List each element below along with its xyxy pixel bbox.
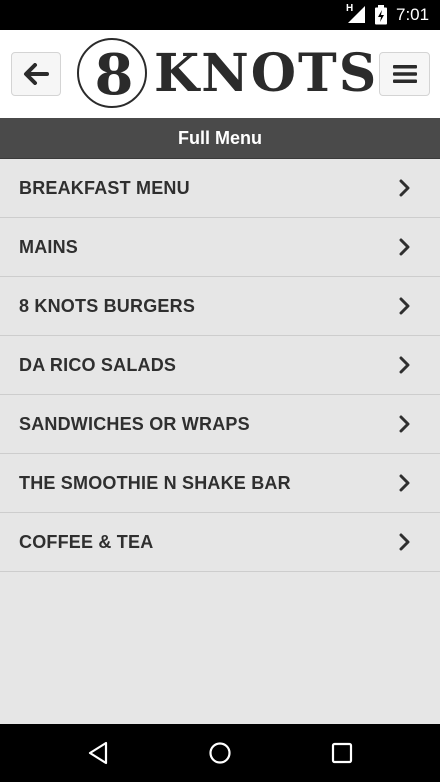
back-triangle-icon[interactable] xyxy=(86,741,110,765)
menu-item-label: 8 KNOTS BURGERS xyxy=(19,296,196,316)
menu-item-label: DA RICO SALADS xyxy=(19,355,177,375)
menu-item-label: SANDWICHES OR WRAPS xyxy=(19,414,250,434)
battery-icon xyxy=(375,5,387,25)
chevron-right-icon xyxy=(399,415,410,433)
menu-item-label: MAINS xyxy=(19,237,78,257)
hamburger-icon xyxy=(392,65,417,83)
chevron-right-icon xyxy=(399,533,410,551)
menu-item-label: COFFEE & TEA xyxy=(19,532,154,552)
menu-button[interactable] xyxy=(379,52,430,96)
menu-item-smoothie-bar[interactable]: THE SMOOTHIE N SHAKE BAR xyxy=(0,454,440,513)
logo-number: 8 xyxy=(94,42,134,108)
menu-item-label: BREAKFAST MENU xyxy=(19,178,190,198)
recents-square-icon[interactable] xyxy=(331,741,353,765)
menu-item-breakfast[interactable]: BREAKFAST MENU xyxy=(0,159,440,218)
chevron-right-icon xyxy=(399,297,410,315)
menu-item-burgers[interactable]: 8 KNOTS BURGERS xyxy=(0,277,440,336)
page-title: Full Menu xyxy=(0,118,440,159)
status-bar: H 7:01 xyxy=(0,0,440,30)
home-circle-icon[interactable] xyxy=(208,741,232,765)
chevron-right-icon xyxy=(399,179,410,197)
signal-icon xyxy=(348,6,365,23)
menu-item-sandwiches[interactable]: SANDWICHES OR WRAPS xyxy=(0,395,440,454)
system-nav-bar xyxy=(0,724,440,782)
chevron-right-icon xyxy=(399,238,410,256)
menu-item-label: THE SMOOTHIE N SHAKE BAR xyxy=(19,473,291,493)
logo-word: KNOTS xyxy=(154,43,379,104)
clock-time: 7:01 xyxy=(396,5,430,24)
app-header: 8 KNOTS xyxy=(0,30,440,118)
menu-list: BREAKFAST MENU MAINS 8 KNOTS BURGERS DA … xyxy=(0,159,440,572)
menu-item-mains[interactable]: MAINS xyxy=(0,218,440,277)
menu-item-salads[interactable]: DA RICO SALADS xyxy=(0,336,440,395)
menu-item-coffee-tea[interactable]: COFFEE & TEA xyxy=(0,513,440,572)
logo-circle: 8 xyxy=(77,38,147,108)
chevron-right-icon xyxy=(399,356,410,374)
back-button[interactable] xyxy=(11,52,61,96)
chevron-right-icon xyxy=(399,474,410,492)
arrow-left-icon xyxy=(24,63,49,85)
logo: 8 KNOTS xyxy=(76,36,376,114)
